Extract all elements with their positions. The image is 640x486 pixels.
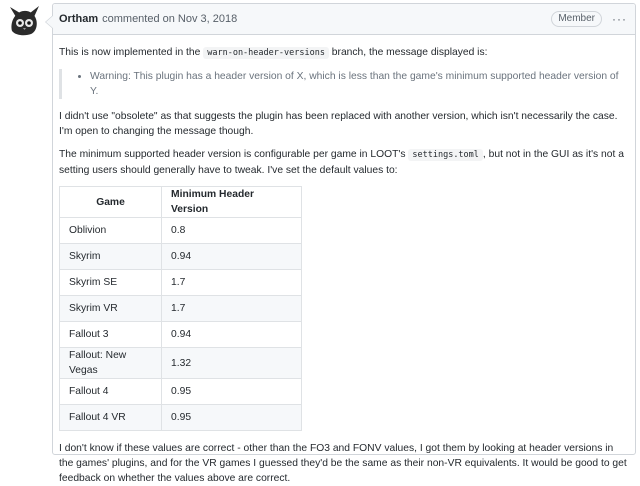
- version-cell: 0.95: [161, 404, 302, 431]
- table-row: Fallout: New Vegas 1.32: [59, 347, 302, 379]
- game-cell: Fallout: New Vegas: [59, 347, 162, 379]
- comment-box: Ortham commented on Nov 3, 2018 Member ·…: [45, 3, 636, 484]
- version-cell: 0.94: [161, 243, 302, 270]
- table-row: Fallout 4 0.95: [59, 378, 302, 405]
- member-badge: Member: [551, 11, 602, 27]
- table-row: Skyrim 0.94: [59, 243, 302, 270]
- version-cell: 0.94: [161, 321, 302, 348]
- author-link[interactable]: Ortham: [59, 13, 98, 25]
- avatar[interactable]: [6, 3, 42, 39]
- comment-date-link[interactable]: on Nov 3, 2018: [163, 13, 238, 25]
- version-cell: 0.8: [161, 217, 302, 244]
- game-cell: Fallout 3: [59, 321, 162, 348]
- game-cell: Skyrim VR: [59, 295, 162, 322]
- game-cell: Skyrim SE: [59, 269, 162, 296]
- comment-body: This is now implemented in the warn-on-h…: [53, 35, 635, 486]
- table-row: Fallout 4 VR 0.95: [59, 404, 302, 431]
- branch-code: warn-on-header-versions: [203, 47, 329, 59]
- settings-file-code: settings.toml: [408, 149, 483, 161]
- column-header-version: Minimum Header Version: [161, 186, 302, 218]
- quoted-message: Warning: This plugin has a header versio…: [59, 69, 629, 99]
- comment-header: Ortham commented on Nov 3, 2018 Member ·…: [53, 4, 635, 35]
- table-row: Oblivion 0.8: [59, 217, 302, 244]
- version-cell: 0.95: [161, 378, 302, 405]
- paragraph-1: This is now implemented in the warn-on-h…: [59, 47, 488, 59]
- table-header-row: Game Minimum Header Version: [59, 186, 302, 218]
- version-cell: 1.7: [161, 295, 302, 322]
- game-cell: Skyrim: [59, 243, 162, 270]
- table-row: Skyrim VR 1.7: [59, 295, 302, 322]
- table-row: Skyrim SE 1.7: [59, 269, 302, 296]
- table-row: Fallout 3 0.94: [59, 321, 302, 348]
- game-cell: Oblivion: [59, 217, 162, 244]
- paragraph-3: The minimum supported header version is …: [59, 149, 624, 176]
- quote-list-item: Warning: This plugin has a header versio…: [90, 69, 629, 99]
- game-cell: Fallout 4 VR: [59, 404, 162, 431]
- version-cell: 1.7: [161, 269, 302, 296]
- game-cell: Fallout 4: [59, 378, 162, 405]
- version-cell: 1.32: [161, 347, 302, 379]
- paragraph-2: I didn't use "obsolete" as that suggests…: [59, 111, 618, 137]
- column-header-game: Game: [59, 186, 162, 218]
- header-version-table: Game Minimum Header Version Oblivion 0.8 …: [59, 186, 302, 431]
- comment-action: commented: [102, 13, 160, 25]
- more-options-icon[interactable]: ···: [612, 13, 627, 25]
- paragraph-4: I don't know if these values are correct…: [59, 443, 627, 484]
